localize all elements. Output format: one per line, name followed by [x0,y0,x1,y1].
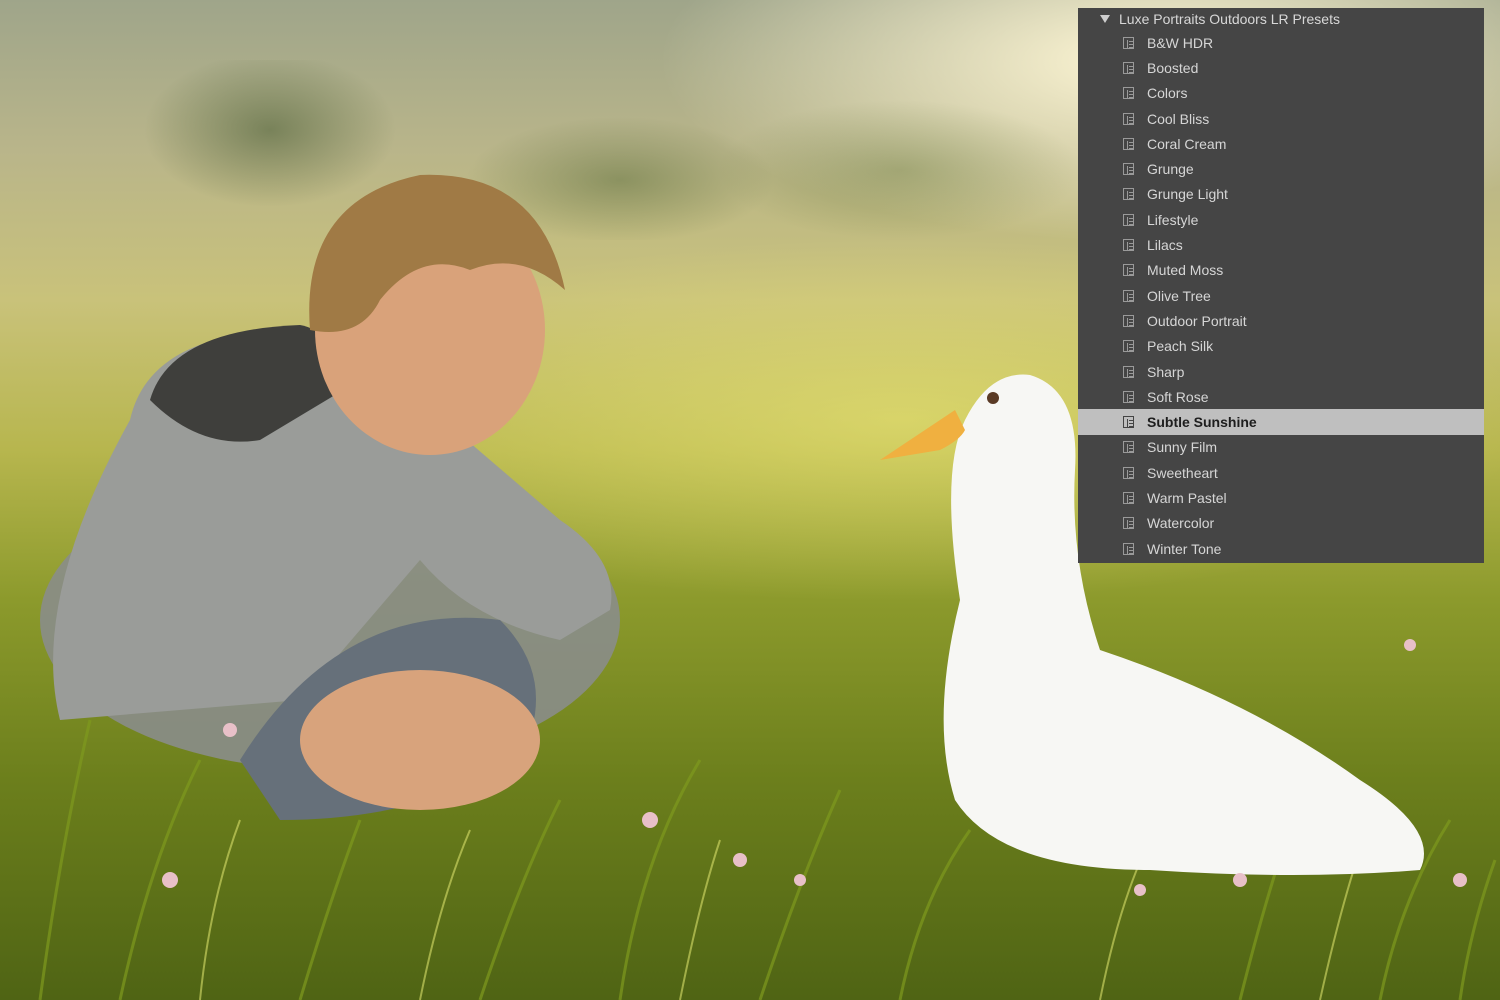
preset-icon [1123,137,1134,150]
preset-icon [1123,416,1134,429]
preset-label: Lilacs [1147,237,1183,254]
preset-label: Subtle Sunshine [1147,414,1257,431]
preset-item[interactable]: Sharp [1078,359,1484,384]
preset-icon [1123,542,1134,555]
preset-list: B&W HDR Boosted Colors Cool Bliss Coral Crea… [1078,30,1484,561]
preset-item[interactable]: Lilacs [1078,232,1484,257]
preset-icon [1123,289,1134,302]
preset-icon [1123,264,1134,277]
preset-item[interactable]: Colors [1078,81,1484,106]
preset-icon [1123,213,1134,226]
preset-item[interactable]: Lifestyle [1078,207,1484,232]
preset-item[interactable]: Winter Tone [1078,536,1484,561]
preset-folder-title: Luxe Portraits Outdoors LR Presets [1119,11,1340,27]
preset-item[interactable]: Grunge [1078,156,1484,181]
preset-icon [1123,239,1134,252]
preset-item[interactable]: Olive Tree [1078,283,1484,308]
preset-icon [1123,112,1134,125]
preset-label: Grunge Light [1147,186,1228,203]
preset-label: Watercolor [1147,515,1215,532]
preset-label: Peach Silk [1147,338,1214,355]
preset-item[interactable]: Peach Silk [1078,334,1484,359]
preset-icon [1123,188,1134,201]
preset-label: Muted Moss [1147,262,1224,279]
preset-item[interactable]: Outdoor Portrait [1078,308,1484,333]
preset-label: Sharp [1147,363,1185,380]
preset-label: Cool Bliss [1147,110,1210,127]
preset-label: Sunny Film [1147,439,1218,456]
photo-preview: Luxe Portraits Outdoors LR Presets B&W H… [0,0,1500,1000]
preset-label: B&W HDR [1147,34,1214,51]
preset-item[interactable]: Subtle Sunshine [1078,409,1484,435]
preset-icon [1123,163,1134,176]
preset-label: Grunge [1147,161,1194,178]
preset-icon [1123,340,1134,353]
preset-label: Colors [1147,85,1188,102]
preset-label: Winter Tone [1147,540,1222,557]
preset-item[interactable]: Cool Bliss [1078,106,1484,131]
preset-icon [1123,390,1134,403]
preset-item[interactable]: Grunge Light [1078,182,1484,207]
preset-item[interactable]: Sunny Film [1078,435,1484,460]
preset-label: Outdoor Portrait [1147,312,1247,329]
preset-icon [1123,36,1134,49]
preset-icon [1123,365,1134,378]
preset-label: Warm Pastel [1147,489,1227,506]
preset-label: Sweetheart [1147,464,1218,481]
preset-folder-header[interactable]: Luxe Portraits Outdoors LR Presets [1078,8,1484,30]
preset-item[interactable]: Watercolor [1078,511,1484,536]
preset-icon [1123,466,1134,479]
preset-panel: Luxe Portraits Outdoors LR Presets B&W H… [1078,8,1484,563]
preset-item[interactable]: Boosted [1078,55,1484,80]
preset-item[interactable]: Soft Rose [1078,384,1484,409]
preset-label: Coral Cream [1147,135,1227,152]
preset-item[interactable]: Coral Cream [1078,131,1484,156]
preset-item[interactable]: Sweetheart [1078,460,1484,485]
boy-figure [40,174,620,820]
disclosure-triangle-icon[interactable] [1100,15,1110,23]
preset-icon [1123,61,1134,74]
preset-label: Lifestyle [1147,211,1199,228]
preset-icon [1123,87,1134,100]
preset-item[interactable]: Muted Moss [1078,258,1484,283]
preset-icon [1123,517,1134,530]
preset-icon [1123,491,1134,504]
preset-label: Soft Rose [1147,388,1209,405]
preset-item[interactable]: B&W HDR [1078,30,1484,55]
preset-icon [1123,314,1134,327]
preset-icon [1123,441,1134,454]
preset-label: Boosted [1147,59,1199,76]
preset-item[interactable]: Warm Pastel [1078,485,1484,510]
preset-label: Olive Tree [1147,287,1211,304]
